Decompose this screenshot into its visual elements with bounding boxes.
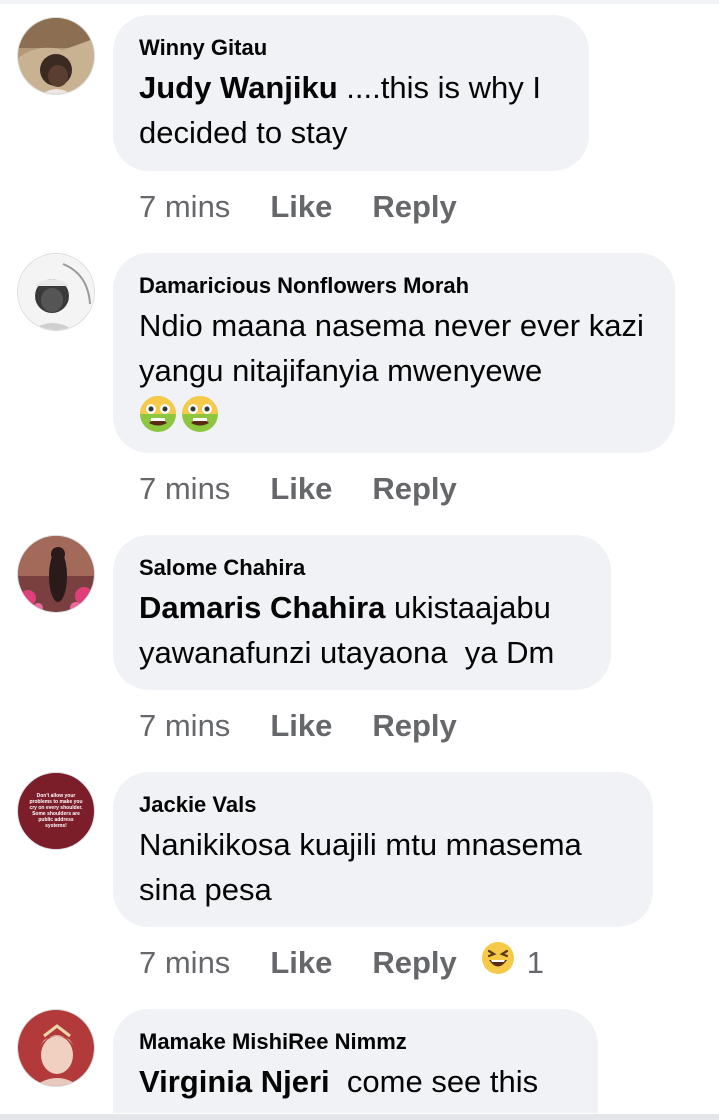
reply-button[interactable]: Reply xyxy=(372,943,456,983)
comment-author[interactable]: Damaricious Nonflowers Morah xyxy=(139,273,651,299)
nauseated-face-icon xyxy=(181,395,219,438)
avatar[interactable] xyxy=(17,17,95,95)
comment-actions: 7 mins Like Reply xyxy=(139,706,497,746)
comment-text: Ndio maana nasema never ever kazi yangu … xyxy=(139,308,644,388)
avatar[interactable] xyxy=(17,253,95,331)
avatar[interactable] xyxy=(17,535,95,613)
top-divider xyxy=(0,0,719,4)
comment-text: Damaris Chahira ukistaajabu yawanafunzi … xyxy=(139,590,560,670)
reply-button[interactable]: Reply xyxy=(372,469,456,509)
like-button[interactable]: Like xyxy=(270,469,332,509)
comment-timestamp[interactable]: 7 mins xyxy=(139,943,230,983)
comment-bubble: Damaricious Nonflowers Morah Ndio maana … xyxy=(113,253,675,453)
like-button[interactable]: Like xyxy=(270,187,332,227)
reply-button[interactable]: Reply xyxy=(372,187,456,227)
mention-link[interactable]: Damaris Chahira xyxy=(139,590,385,625)
avatar[interactable]: Don't allow your problems to make you cr… xyxy=(17,772,95,850)
comment-text: Nanikikosa kuajili mtu mnasema sina pesa xyxy=(139,827,582,907)
comment-author[interactable]: Winny Gitau xyxy=(139,35,565,61)
bottom-divider xyxy=(0,1114,719,1120)
emoji-row xyxy=(139,395,651,435)
comment-bubble: Salome Chahira Damaris Chahira ukistaaja… xyxy=(113,535,611,690)
comment-text: Virginia Njeri come see this xyxy=(139,1064,539,1099)
comment-bubble: Jackie Vals Nanikikosa kuajili mtu mnase… xyxy=(113,772,653,927)
avatar[interactable] xyxy=(17,1009,95,1087)
reaction-count: 1 xyxy=(526,945,545,980)
comment-author[interactable]: Jackie Vals xyxy=(139,792,629,818)
laughing-face-icon xyxy=(481,941,515,985)
mention-link[interactable]: Judy Wanjiku xyxy=(139,70,338,105)
nauseated-face-icon xyxy=(139,395,177,438)
comment-timestamp[interactable]: 7 mins xyxy=(139,706,230,746)
avatar-quote-text: Don't allow your problems to make you cr… xyxy=(29,793,83,829)
comment-text: Judy Wanjiku ....this is why I decided t… xyxy=(139,70,541,150)
mention-link[interactable]: Virginia Njeri xyxy=(139,1064,330,1099)
comment-bubble: Winny Gitau Judy Wanjiku ....this is why… xyxy=(113,15,589,171)
comment-timestamp[interactable]: 7 mins xyxy=(139,187,230,227)
comment-bubble: Mamake MishiRee Nimmz Virginia Njeri com… xyxy=(113,1009,598,1113)
comment-actions: 7 mins Like Reply xyxy=(139,187,497,227)
reply-button[interactable]: Reply xyxy=(372,706,456,746)
comment-author[interactable]: Mamake MishiRee Nimmz xyxy=(139,1029,574,1055)
reaction-summary[interactable]: 1 xyxy=(481,941,544,985)
like-button[interactable]: Like xyxy=(270,943,332,983)
comment-timestamp[interactable]: 7 mins xyxy=(139,469,230,509)
comment-author[interactable]: Salome Chahira xyxy=(139,555,587,581)
comment-actions: 7 mins Like Reply 1 xyxy=(139,941,544,985)
like-button[interactable]: Like xyxy=(270,706,332,746)
comment-actions: 7 mins Like Reply xyxy=(139,469,497,509)
